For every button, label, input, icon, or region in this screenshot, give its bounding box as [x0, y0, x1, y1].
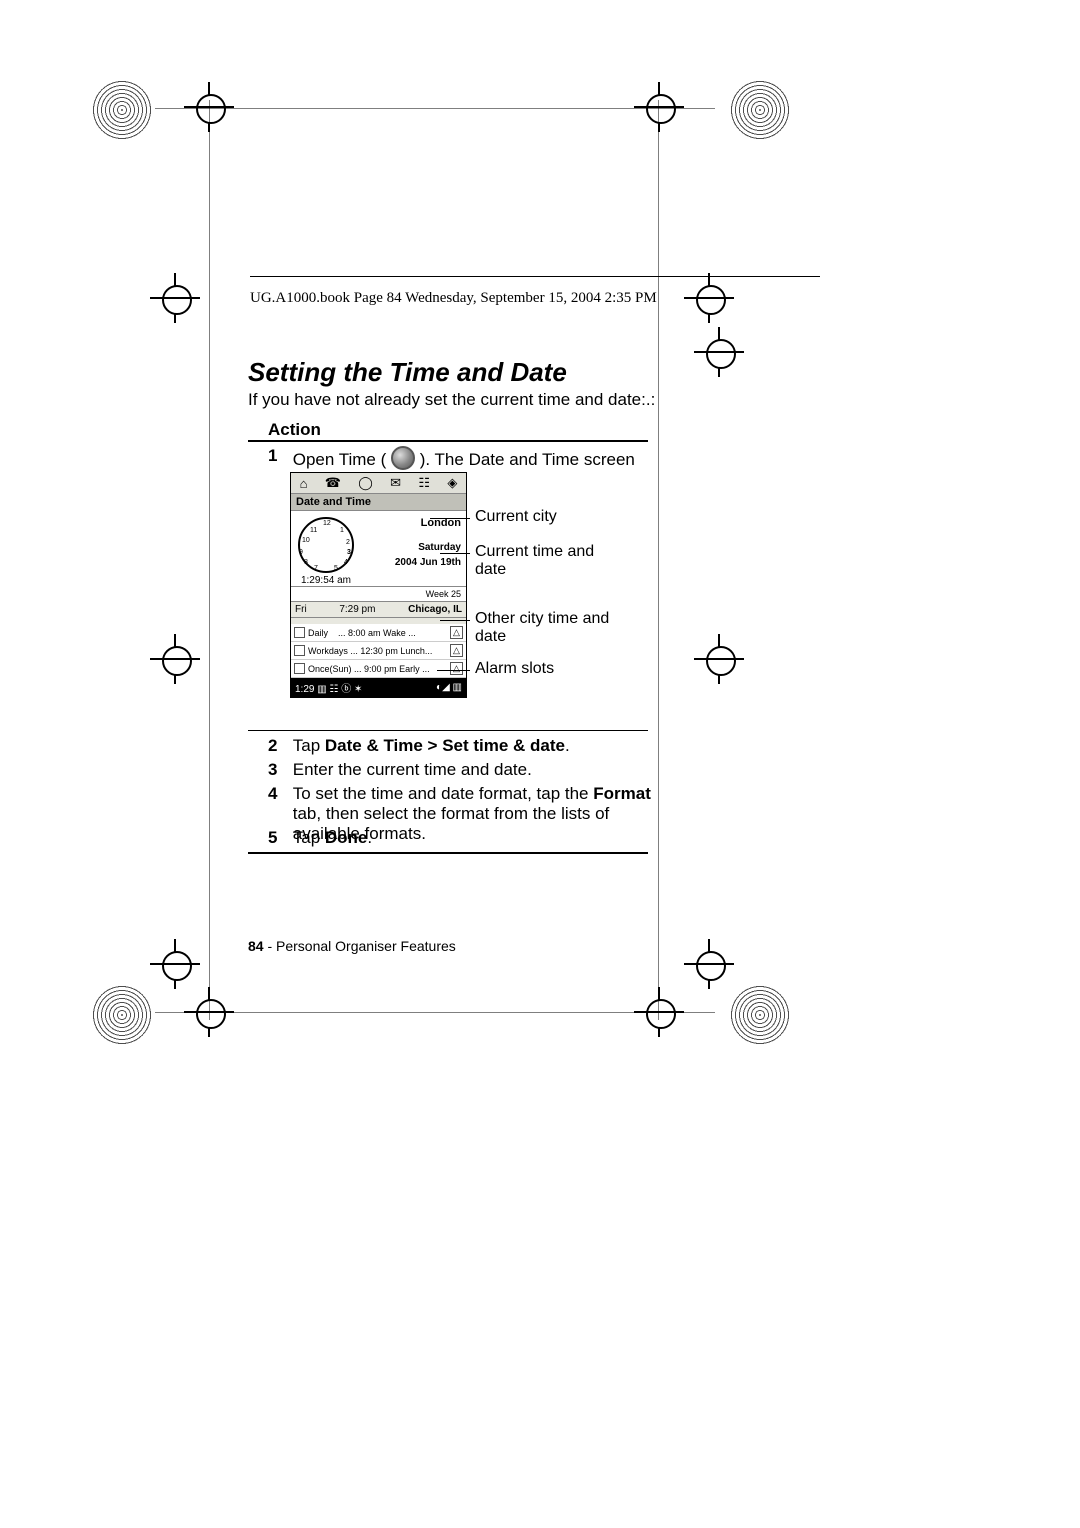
callout-other-city: Other city time and date	[475, 610, 635, 646]
ss-other-day: Fri	[295, 604, 307, 615]
step-5-pre: Tap	[293, 828, 325, 847]
alarm-row: Daily ... 8:00 am Wake ... △	[291, 624, 466, 642]
alarm-row: Once(Sun) ... 9:00 pm Early ... △	[291, 660, 466, 678]
ss-week: Week 25	[426, 589, 461, 599]
page-footer: 84 - Personal Organiser Features	[248, 938, 456, 954]
action-heading: Action	[268, 420, 321, 440]
ss-top-icon-row: ⌂ ☎ ◯ ✉ ☷ ◈	[291, 473, 466, 494]
date-time-screenshot: ⌂ ☎ ◯ ✉ ☷ ◈ Date and Time 12 1 2 3 4 5 7…	[290, 472, 467, 698]
step-2: 2 Tap Date & Time > Set time & date.	[268, 736, 658, 756]
phone-icon: ☎	[325, 475, 341, 491]
section-title: Setting the Time and Date	[248, 357, 567, 388]
step-divider	[248, 730, 648, 731]
message-icon: ✉	[390, 475, 401, 491]
callout-line	[440, 553, 470, 554]
more-icon: ◈	[447, 475, 457, 491]
step-3: 3 Enter the current time and date.	[268, 760, 658, 780]
footer-page-num: 84	[248, 938, 264, 954]
globe-icon: ◯	[358, 475, 373, 491]
ss-status-bar: 1:29 ▥ ☷ ⓑ ✶ ◐◢ ▥	[291, 678, 466, 697]
battery-icon: ▥ ☷ ⓑ ✶	[317, 684, 362, 695]
callout-current-time: Current time and date	[475, 543, 615, 579]
checkbox-icon	[294, 627, 305, 638]
action-rule-top	[248, 440, 648, 442]
step-2-pre: Tap	[293, 736, 325, 755]
bell-icon: △	[450, 662, 463, 675]
ss-other-city: Chicago, IL	[408, 604, 462, 615]
ss-digital-time: 1:29:54 am	[291, 575, 361, 586]
ss-current-date: 2004 Jun 19th	[361, 555, 461, 570]
step-2-post: .	[565, 736, 570, 755]
alarm-row: Workdays ... 12:30 pm Lunch... △	[291, 642, 466, 660]
ss-window-title: Date and Time	[291, 494, 466, 511]
home-icon: ⌂	[300, 476, 308, 491]
callout-line	[437, 670, 470, 671]
checkbox-icon	[294, 663, 305, 674]
checkbox-icon	[294, 645, 305, 656]
step-4-bold: Format	[593, 784, 651, 803]
page-header: UG.A1000.book Page 84 Wednesday, Septemb…	[250, 290, 657, 307]
step-5-bold: Done	[325, 828, 368, 847]
step-5: 5 Tap Done.	[268, 828, 658, 848]
page-top-rule	[250, 276, 820, 278]
ss-other-city-row: Fri 7:29 pm Chicago, IL	[291, 602, 466, 618]
step-3-text: Enter the current time and date.	[293, 760, 653, 780]
bell-icon: △	[450, 626, 463, 639]
sound-icon: ◐◢ ▥	[436, 682, 462, 693]
callout-alarm-slots: Alarm slots	[475, 660, 554, 678]
step-4-pre: To set the time and date format, tap the	[293, 784, 594, 803]
callout-line	[440, 620, 470, 621]
step-5-post: .	[367, 828, 372, 847]
bell-icon: △	[450, 644, 463, 657]
analog-clock-icon: 12 1 2 3 4 5 7 8 9 10 11	[298, 517, 354, 573]
step-end-rule	[248, 852, 648, 854]
contacts-icon: ☷	[418, 475, 430, 491]
time-app-icon	[391, 446, 415, 470]
ss-other-time: 7:29 pm	[339, 604, 375, 615]
intro-text: If you have not already set the current …	[248, 390, 655, 410]
callout-current-city: Current city	[475, 508, 557, 526]
footer-text: - Personal Organiser Features	[264, 938, 456, 954]
ss-status-time: 1:29	[295, 684, 314, 695]
callout-line	[430, 518, 470, 519]
step-1-pre: Open Time (	[293, 450, 387, 469]
step-2-bold: Date & Time > Set time & date	[325, 736, 565, 755]
